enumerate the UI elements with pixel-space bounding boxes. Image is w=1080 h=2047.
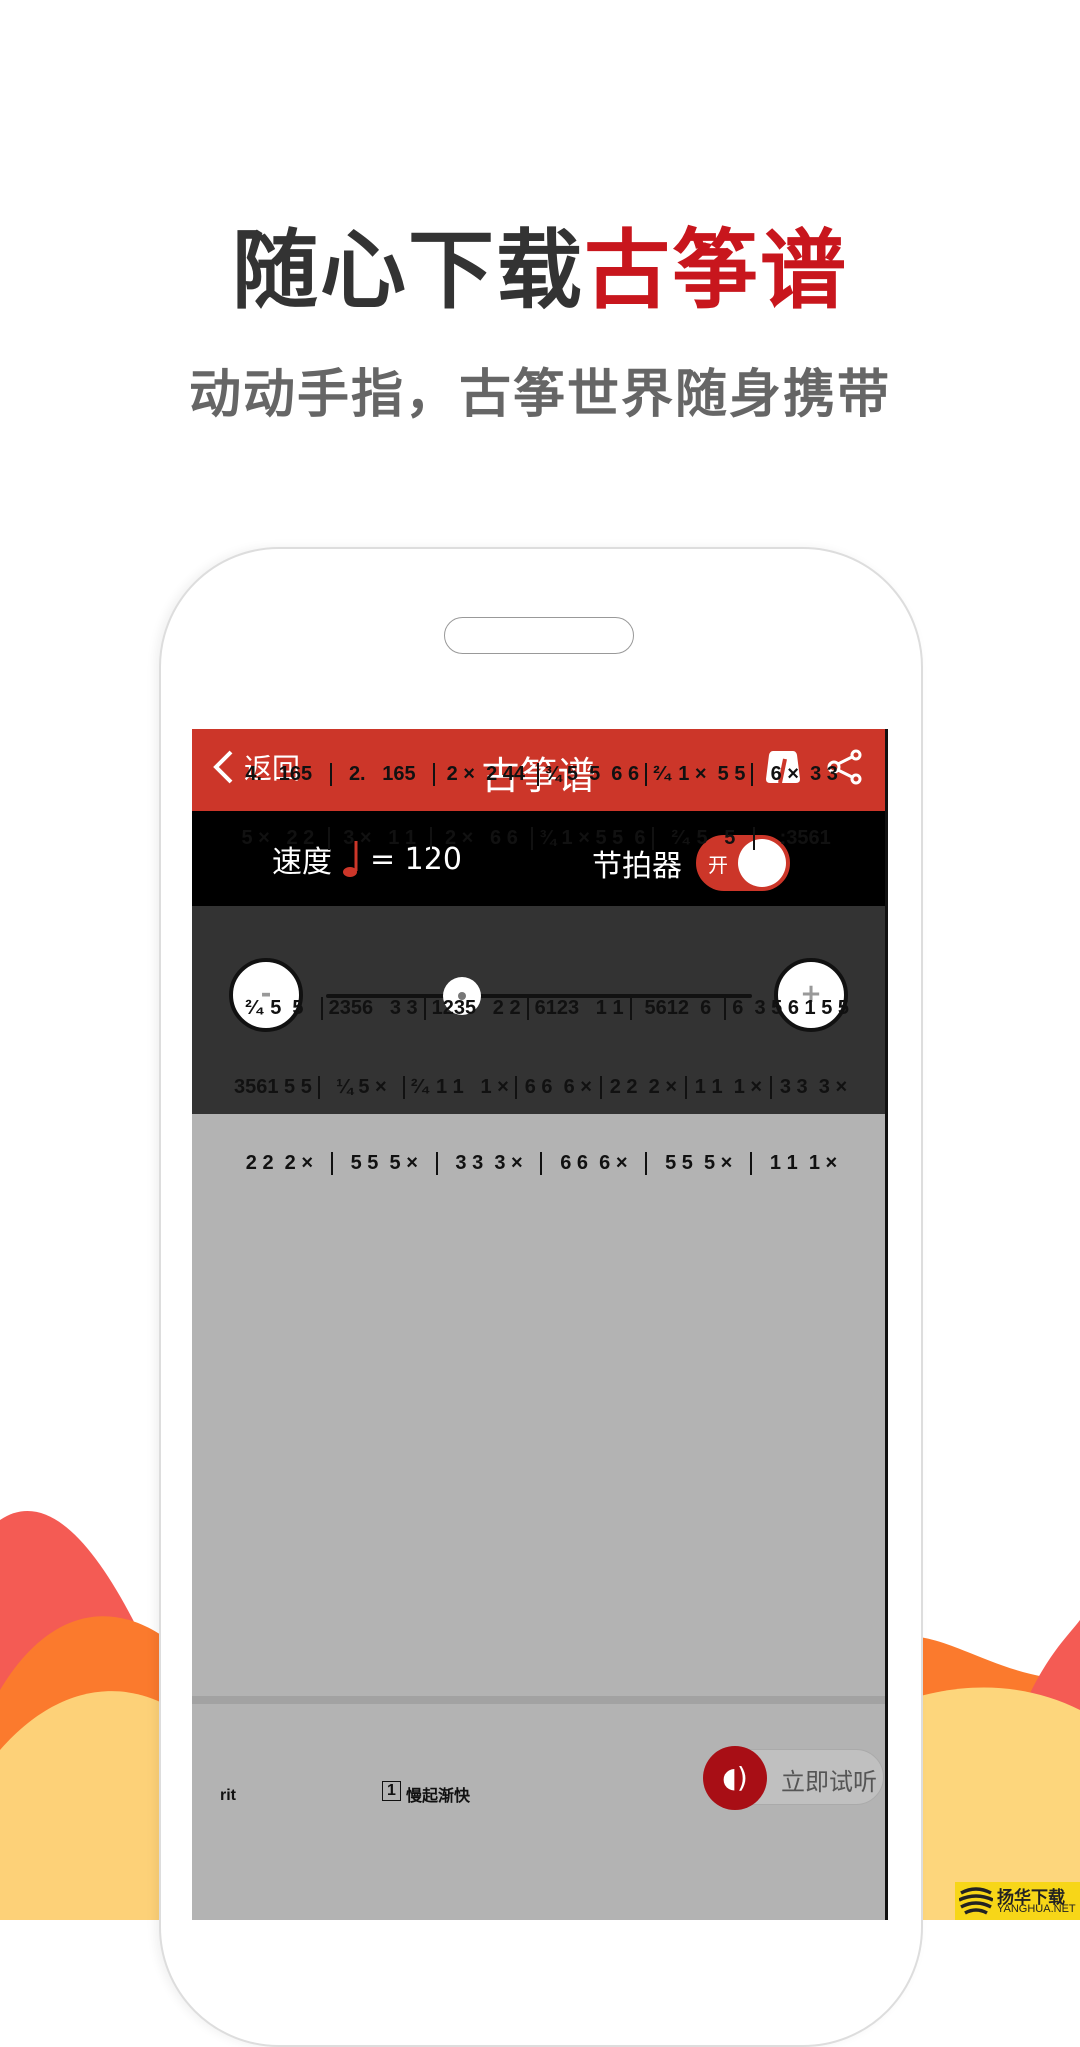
- toggle-state-label: 开: [708, 853, 728, 877]
- score-measure: ²⁄₄ 1 × 5 5: [647, 763, 754, 786]
- page-divider: [192, 1696, 885, 1704]
- score-measure: :3561: [779, 827, 831, 849]
- score-measure: 5 5 5 ×: [647, 1152, 753, 1175]
- score-measure: 6123 1 1: [529, 997, 632, 1020]
- score-measure: 3 × 1 1: [330, 827, 432, 850]
- score-measure: 3 3 3 ×: [779, 1076, 848, 1098]
- score-measure: ¾ 1 × 5 5 6: [533, 827, 654, 850]
- score-measure: ¾ 5 5 6 6: [539, 763, 648, 786]
- speed-increase-button[interactable]: +: [774, 958, 848, 1032]
- speed-decrease-button[interactable]: -: [229, 958, 303, 1032]
- promo-subtitle: 动动手指，古筝世界随身携带: [188, 365, 891, 425]
- score-measure: ²⁄₄ 1 1 1 ×: [405, 1076, 517, 1099]
- phone-speaker: [444, 617, 634, 654]
- score-row: 5 × 2 23 × 1 12 × 6 6¾ 1 × 5 5 6 ²⁄₄ 5 5:…: [228, 827, 855, 850]
- score-row: ²⁄₄ 5 5 2356 3 3 1235 2 2 6123 1 1 5612 66 3…: [228, 997, 855, 1020]
- rit-annotation: rit: [220, 1787, 236, 1804]
- score-measure: 6 3 5 6 1 5 5: [732, 997, 850, 1019]
- score-measure: 5612 6: [632, 997, 727, 1020]
- score-measure: ¼ 5 ×: [320, 1076, 405, 1099]
- watermark-domain: YANGHUA.NET: [997, 1903, 1076, 1915]
- score-measure: 6 6 6 ×: [542, 1152, 648, 1175]
- score-measure: 2 2 2 ×: [228, 1152, 333, 1175]
- score-measure: ²⁄₄ 5 5: [654, 827, 756, 850]
- headline-accent: 古筝谱: [584, 221, 848, 321]
- score-measure: 2 × 6 6: [432, 827, 534, 850]
- watermark-logo: 扬华下载 YANGHUA.NET: [955, 1882, 1080, 1920]
- score-measure: 3 3 3 ×: [438, 1152, 543, 1175]
- globe-logo-icon: [959, 1887, 993, 1915]
- app-screen: 返回 古筝谱 速度 = 120 节拍器 开 - + 6.165 35 66 5 …: [192, 729, 888, 1920]
- score-measure: 2 2 2 ×: [602, 1076, 687, 1099]
- promo-headline: 随心下载古筝谱: [0, 200, 1080, 325]
- score-row: 4. 165 2. 165 2 × 2 44 ¾ 5 5 6 6 ²⁄₄ 1 × 5 5…: [228, 763, 855, 786]
- score-measure: 5 5 5 ×: [333, 1152, 438, 1175]
- section-text: 慢起渐快: [406, 1788, 471, 1805]
- score-measure: 2 × 2 44: [435, 763, 539, 786]
- score-measure: 3561 5 5: [228, 1076, 320, 1099]
- headline-plain: 随心下载: [232, 221, 584, 321]
- score-measure: 2356 3 3: [323, 997, 426, 1020]
- section-number: 1: [382, 1781, 401, 1801]
- score-measure: 1235 2 2: [426, 997, 529, 1020]
- score-measure: 6 × 3 3: [770, 763, 838, 785]
- score-row: 2 2 2 × 5 5 5 × 3 3 3 × 6 6 6 × 5 5 5 × 1 1 1…: [228, 1152, 855, 1175]
- tempo-bar: 速度 = 120 节拍器 开: [192, 811, 885, 906]
- score-measure: ²⁄₄ 5 5: [228, 997, 323, 1020]
- score-measure: 1 1 1 ×: [687, 1076, 772, 1099]
- score-row: 3561 5 5¼ 5 × ²⁄₄ 1 1 1 × 6 6 6 × 2 2 2 × 1 …: [228, 1076, 855, 1099]
- score-measure: 4. 165: [228, 763, 332, 786]
- score-measure: 5 × 2 2: [228, 827, 330, 850]
- listen-now-button[interactable]: ◖) 立即试听: [703, 1746, 884, 1810]
- score-measure: 2. 165: [332, 763, 436, 786]
- listen-label: 立即试听: [781, 1768, 877, 1796]
- score-measure: 1 1 1 ×: [769, 1152, 838, 1174]
- score-measure: 6 6 6 ×: [517, 1076, 602, 1099]
- sound-icon: ◖): [703, 1746, 767, 1810]
